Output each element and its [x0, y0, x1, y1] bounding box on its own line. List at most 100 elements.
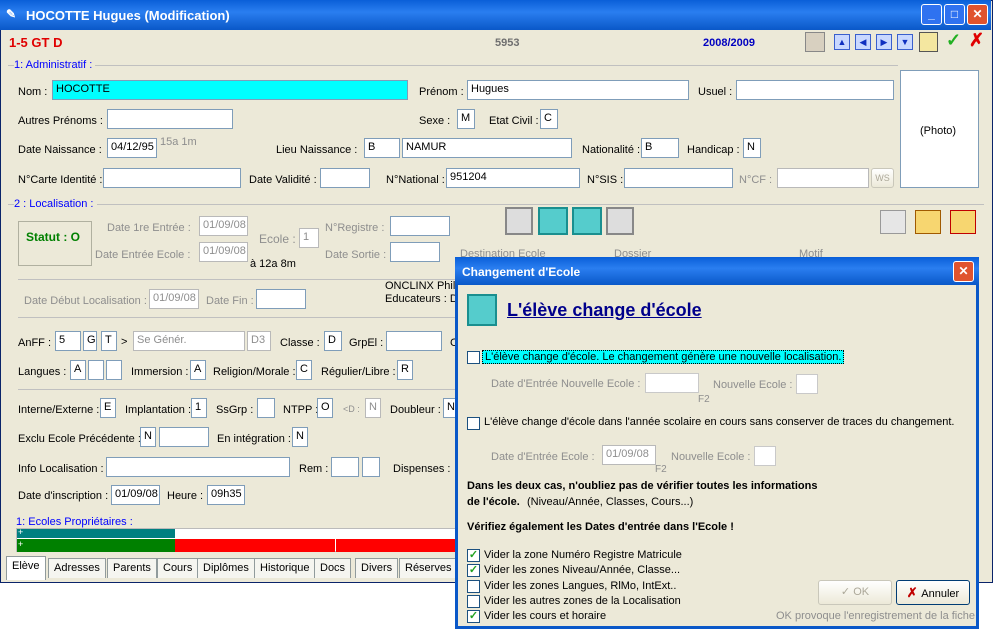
anff-2-input[interactable]: G [83, 331, 97, 351]
prenom-input[interactable]: Hugues [467, 80, 689, 100]
cf-input[interactable] [777, 168, 869, 188]
interne-input[interactable]: E [100, 398, 116, 418]
langue-1-input[interactable]: A [70, 360, 86, 380]
regulier-input[interactable]: R [397, 360, 413, 380]
maximize-button[interactable]: □ [944, 4, 965, 25]
ok-button[interactable]: ✓ OK [818, 580, 892, 605]
last-record-icon[interactable]: ▼ [897, 34, 913, 50]
etat-civil-input[interactable]: C [540, 109, 558, 129]
close-button[interactable]: ✕ [967, 4, 988, 25]
vider-registre-checkbox[interactable]: ✓ [467, 549, 480, 562]
tab-reserves[interactable]: Réserves [399, 558, 458, 578]
date-naissance-input[interactable]: 04/12/95 [107, 138, 157, 158]
option-no-trace-label[interactable]: L'élève change d'école dans l'année scol… [484, 416, 954, 428]
heure-input[interactable]: 09h35 [207, 485, 245, 505]
vider-autres-label[interactable]: Vider les autres zones de la Localisatio… [484, 595, 681, 607]
anff-3-input[interactable]: T [101, 331, 117, 351]
religion-input[interactable]: C [296, 360, 312, 380]
option-new-localisation-checkbox[interactable] [467, 351, 480, 364]
ntpp-input[interactable]: O [317, 398, 333, 418]
door-change-icon[interactable] [538, 207, 568, 235]
next-record-icon[interactable]: ▶ [876, 34, 892, 50]
inscription-input[interactable]: 01/09/08 [111, 485, 160, 505]
photo-box[interactable]: (Photo) [900, 70, 979, 188]
sexe-input[interactable]: M [457, 109, 475, 129]
annuler-button[interactable]: ✗ Annuler [896, 580, 970, 605]
lieu-naissance-input[interactable]: NAMUR [402, 138, 572, 158]
vider-niveau-checkbox[interactable]: ✓ [467, 564, 480, 577]
nationalite-input[interactable]: B [641, 138, 679, 158]
ws-button[interactable]: WS [871, 168, 894, 188]
d-input[interactable]: N [365, 398, 381, 418]
handicap-input[interactable]: N [743, 138, 761, 158]
list-gray-icon[interactable] [880, 210, 906, 234]
grpel-input[interactable] [386, 331, 442, 351]
integration-input[interactable]: N [292, 427, 308, 447]
anff-desc-input[interactable]: Se Génér. [133, 331, 245, 351]
tab-divers[interactable]: Divers [355, 558, 399, 578]
carte-identite-input[interactable] [103, 168, 241, 188]
proprietaires-grid[interactable]: + + [16, 527, 457, 552]
tab-docs[interactable]: Docs [314, 558, 352, 578]
ecole-input[interactable]: 1 [299, 228, 319, 248]
option-new-localisation-label[interactable]: L'élève change d'école. Le changement gé… [482, 350, 845, 364]
rem-input-1[interactable] [331, 457, 359, 477]
ssgrp-input[interactable] [257, 398, 275, 418]
first-record-icon[interactable]: ▲ [834, 34, 850, 50]
nouvelle-ecole-input[interactable] [796, 374, 818, 394]
date-fin-input[interactable] [256, 289, 306, 309]
tab-cours[interactable]: Cours [157, 558, 199, 578]
national-input[interactable]: 951204 [446, 168, 580, 188]
notes-icon[interactable] [919, 32, 938, 52]
autres-prenoms-input[interactable] [107, 109, 233, 129]
cancel-icon[interactable]: ✗ [969, 30, 984, 51]
date-entree-ecole-input[interactable]: 01/09/08 [199, 242, 248, 262]
date-entree-ecole-dialog-input[interactable]: 01/09/08 [602, 445, 656, 465]
tab-adresses[interactable]: Adresses [48, 558, 106, 578]
langue-2-input[interactable] [88, 360, 104, 380]
print-icon[interactable] [805, 32, 825, 52]
prev-record-icon[interactable]: ◀ [855, 34, 871, 50]
tab-eleve[interactable]: Elève [6, 556, 46, 580]
tab-historique[interactable]: Historique [254, 558, 316, 578]
list-red-icon[interactable] [950, 210, 976, 234]
door-change2-icon[interactable] [572, 207, 602, 235]
vider-langues-label[interactable]: Vider les zones Langues, RlMo, IntExt.. [484, 580, 676, 592]
langue-3-input[interactable] [106, 360, 122, 380]
minimize-button[interactable]: _ [921, 4, 942, 25]
registre-input[interactable] [390, 216, 450, 236]
rem-input-2[interactable] [362, 457, 380, 477]
tab-parents[interactable]: Parents [107, 558, 157, 578]
date-sortie-input[interactable] [390, 242, 440, 262]
option-no-trace-checkbox[interactable] [467, 417, 480, 430]
usuel-input[interactable] [736, 80, 894, 100]
anff-1-input[interactable]: 5 [55, 331, 81, 351]
vider-cours-label[interactable]: Vider les cours et horaire [484, 610, 606, 622]
door-enter-icon[interactable] [606, 207, 634, 235]
anff-code-input[interactable]: D3 [247, 331, 271, 351]
immersion-input[interactable]: A [190, 360, 206, 380]
classe-input[interactable]: D [324, 331, 342, 351]
door-exit-icon[interactable] [505, 207, 533, 235]
vider-langues-checkbox[interactable] [467, 580, 480, 593]
date-validite-input[interactable] [320, 168, 370, 188]
vider-niveau-label[interactable]: Vider les zones Niveau/Année, Classe... [484, 564, 680, 576]
nouvelle-ecole-2-input[interactable] [754, 446, 776, 466]
info-loc-input[interactable] [106, 457, 290, 477]
sis-input[interactable] [624, 168, 733, 188]
dialog-close-button[interactable]: ✕ [953, 261, 974, 282]
lieu-code-input[interactable]: B [364, 138, 400, 158]
date-debut-loc-input[interactable]: 01/09/08 [149, 289, 199, 309]
ok-icon[interactable]: ✓ [946, 30, 961, 51]
vider-autres-checkbox[interactable] [467, 595, 480, 608]
vider-cours-checkbox[interactable]: ✓ [467, 610, 480, 623]
date-1re-entree-input[interactable]: 01/09/08 [199, 216, 248, 236]
exclu-input[interactable]: N [140, 427, 156, 447]
implantation-input[interactable]: 1 [191, 398, 207, 418]
date-entree-nouvelle-input[interactable] [645, 373, 699, 393]
list-yellow-icon[interactable] [915, 210, 941, 234]
nom-input[interactable]: HOCOTTE [52, 80, 408, 100]
exclu-extra-input[interactable] [159, 427, 209, 447]
tab-diplomes[interactable]: Diplômes [197, 558, 255, 578]
vider-registre-label[interactable]: Vider la zone Numéro Registre Matricule [484, 549, 682, 561]
